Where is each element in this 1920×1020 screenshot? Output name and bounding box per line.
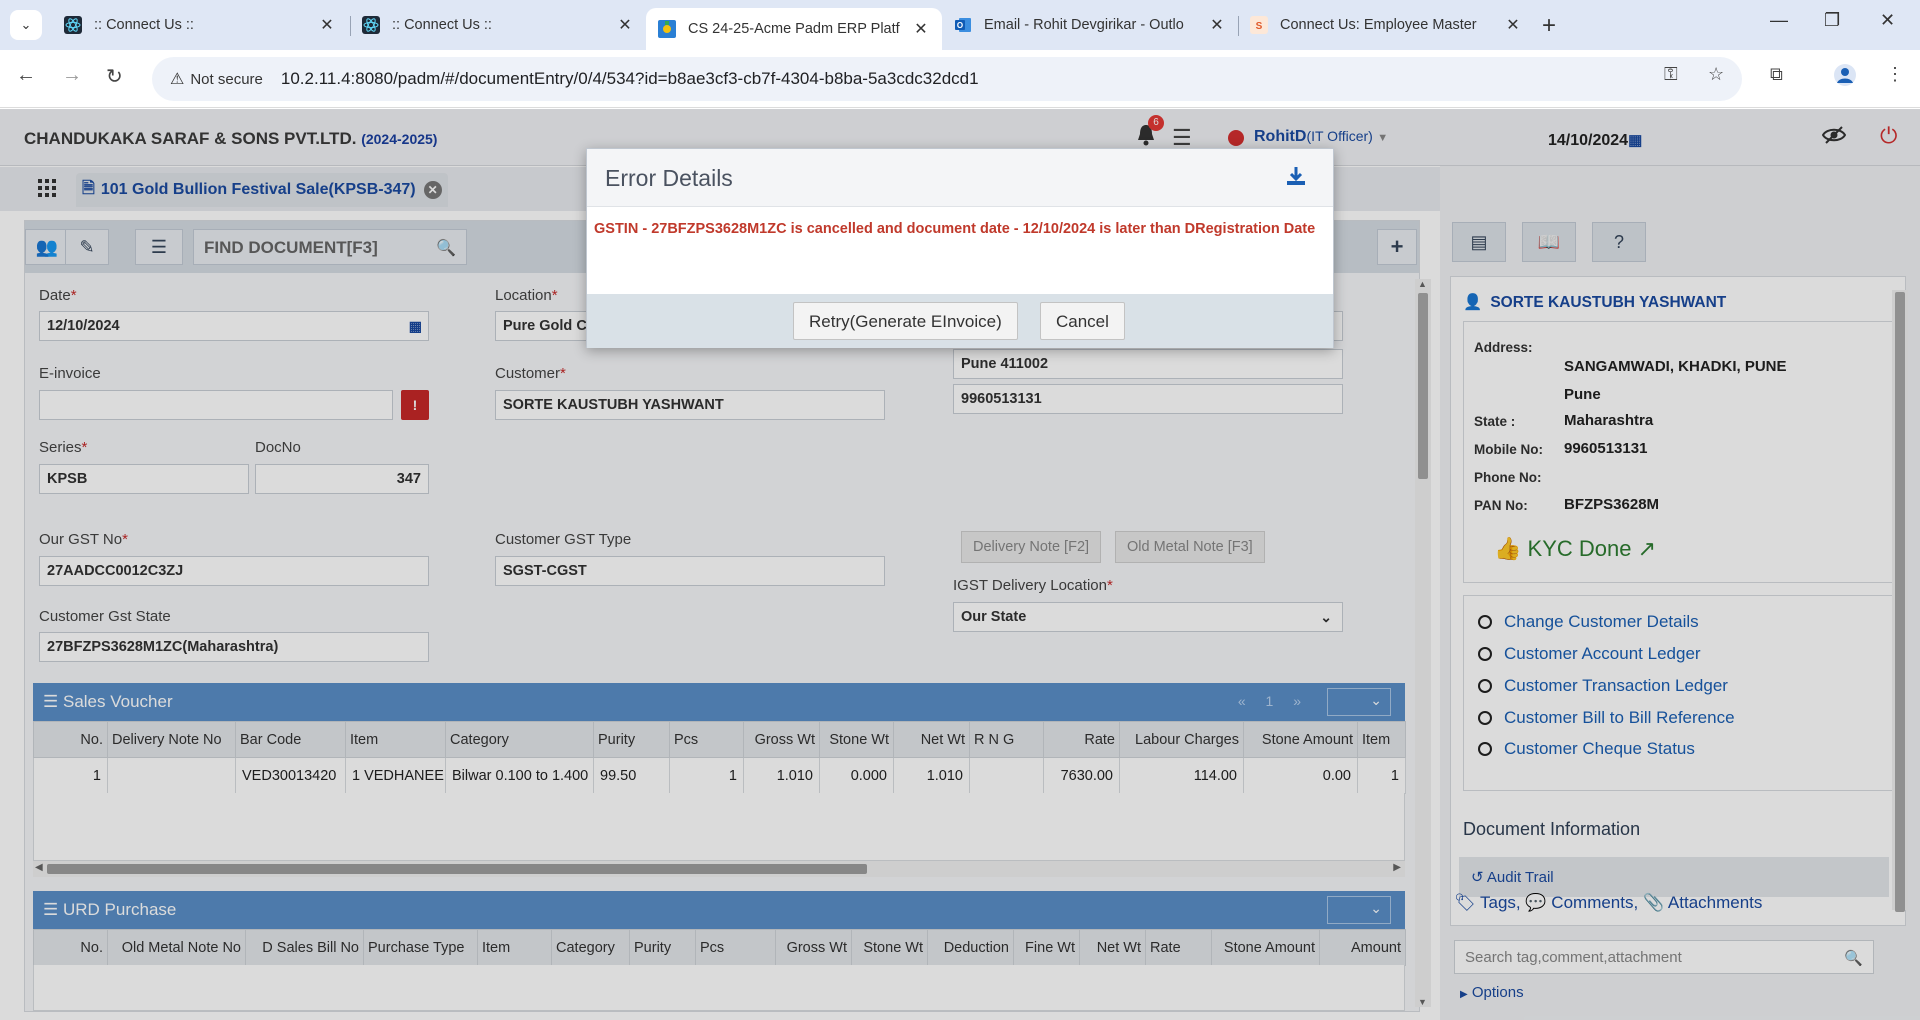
browser-tab-5[interactable]: S Connect Us: Employee Master ✕ xyxy=(1238,8,1534,42)
browser-tabstrip: ⌄ :: Connect Us :: ✕ :: Connect Us :: ✕ … xyxy=(0,0,1920,50)
svg-text:O: O xyxy=(957,21,963,30)
browser-tab-1[interactable]: :: Connect Us :: ✕ xyxy=(52,8,348,42)
back-icon[interactable]: ← xyxy=(16,64,36,87)
dialog-title: Error Details xyxy=(605,165,733,191)
svg-text:S: S xyxy=(1256,21,1263,32)
dialog-footer: Retry(Generate EInvoice) Cancel xyxy=(587,294,1333,348)
cancel-button[interactable]: Cancel xyxy=(1040,302,1125,340)
erp-logo-icon xyxy=(658,20,676,38)
address-bar[interactable]: ⚠ Not secure 10.2.11.4:8080/padm/#/docum… xyxy=(152,57,1742,101)
chevron-down-icon: ⌄ xyxy=(20,17,32,32)
close-icon[interactable]: ✕ xyxy=(1504,15,1522,35)
tab-title: :: Connect Us :: xyxy=(94,17,194,33)
password-key-icon[interactable]: ⚿ xyxy=(1664,64,1678,85)
react-icon xyxy=(362,16,380,34)
bookmark-star-icon[interactable]: ☆ xyxy=(1708,64,1724,85)
retry-generate-einvoice-button[interactable]: Retry(Generate EInvoice) xyxy=(793,302,1018,340)
browser-tab-4[interactable]: O Email - Rohit Devgirikar - Outlo ✕ xyxy=(942,8,1238,42)
error-message: GSTIN - 27BFZPS3628M1ZC is cancelled and… xyxy=(594,221,1316,237)
url-text[interactable]: 10.2.11.4:8080/padm/#/documentEntry/0/4/… xyxy=(281,69,979,89)
outlook-icon: O xyxy=(955,18,971,32)
download-icon[interactable] xyxy=(1285,165,1307,193)
tab-title: Connect Us: Employee Master xyxy=(1280,17,1477,33)
browser-toolbar: ← → ↻ ⚠ Not secure 10.2.11.4:8080/padm/#… xyxy=(0,50,1920,108)
close-icon[interactable]: ✕ xyxy=(1208,15,1226,35)
new-tab-icon[interactable]: + xyxy=(1542,12,1556,40)
react-icon xyxy=(64,16,82,34)
close-icon[interactable]: ✕ xyxy=(616,15,634,35)
more-menu-icon[interactable]: ⋮ xyxy=(1886,64,1904,85)
error-details-dialog: Error Details GSTIN - 27BFZPS3628M1ZC is… xyxy=(586,148,1334,348)
restore-icon[interactable]: ❐ xyxy=(1824,10,1840,31)
connect-us-icon: S xyxy=(1250,16,1268,34)
browser-tab-2[interactable]: :: Connect Us :: ✕ xyxy=(350,8,646,42)
warning-icon[interactable]: ⚠ xyxy=(170,69,184,89)
security-label[interactable]: Not secure xyxy=(190,71,263,88)
close-icon[interactable]: ✕ xyxy=(318,15,336,35)
tab-title: :: Connect Us :: xyxy=(392,17,492,33)
forward-icon[interactable]: → xyxy=(62,64,82,87)
close-window-icon[interactable]: ✕ xyxy=(1880,10,1895,31)
browser-tab-3-active[interactable]: CS 24-25-Acme Padm ERP Platf ✕ xyxy=(646,8,942,50)
reload-icon[interactable]: ↻ xyxy=(106,64,123,89)
tab-title: Email - Rohit Devgirikar - Outlo xyxy=(984,17,1184,33)
tab-title: CS 24-25-Acme Padm ERP Platf xyxy=(688,21,900,37)
tab-search-button[interactable]: ⌄ xyxy=(10,10,42,40)
extensions-icon[interactable]: ⧉ xyxy=(1770,64,1783,85)
profile-avatar-icon[interactable] xyxy=(1834,64,1856,91)
close-icon[interactable]: ✕ xyxy=(912,19,930,39)
minimize-icon[interactable]: — xyxy=(1770,10,1788,31)
dialog-header: Error Details xyxy=(587,149,1333,207)
